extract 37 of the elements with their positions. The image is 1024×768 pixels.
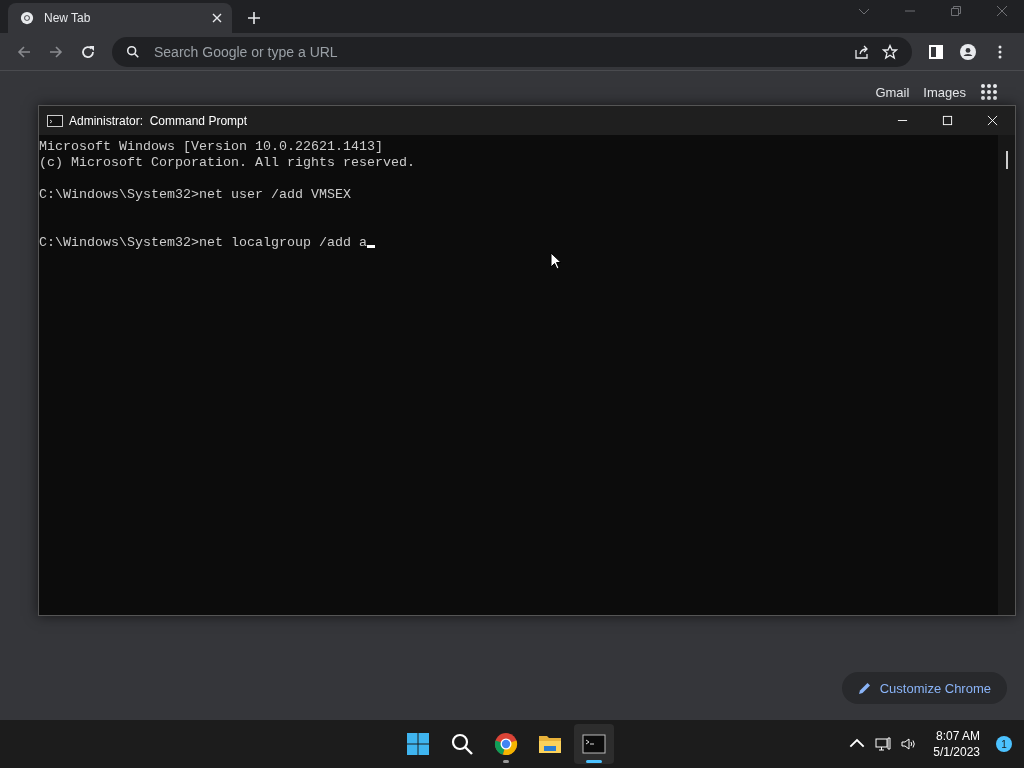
- star-icon[interactable]: [882, 43, 898, 60]
- search-icon: [126, 44, 140, 59]
- speaker-icon[interactable]: [901, 736, 918, 752]
- header-link[interactable]: Gmail: [875, 84, 910, 100]
- network-icon[interactable]: [875, 736, 892, 752]
- clock[interactable]: 8:07 AM 5/1/2023: [933, 728, 980, 760]
- console-line: Microsoft Windows [Version 10.0.22621.1413]: [39, 139, 383, 154]
- new-tab-icon[interactable]: [247, 11, 261, 25]
- profile-icon[interactable]: [960, 43, 976, 60]
- scrollbar-thumb[interactable]: [1005, 151, 1008, 169]
- reload-icon[interactable]: [80, 43, 96, 60]
- address-bar[interactable]: Search Google or type a URL: [112, 36, 912, 67]
- apps-grid-icon[interactable]: [980, 83, 998, 101]
- search-icon: [450, 732, 474, 756]
- notification-badge[interactable]: 1: [996, 736, 1012, 752]
- console-line: (c) Microsoft Corporation. All rights reserved.: [39, 155, 415, 170]
- tab-title: New Tab: [44, 11, 92, 25]
- chrome-logo-icon: [494, 732, 518, 756]
- maximize-icon[interactable]: [942, 115, 953, 126]
- share-icon[interactable]: [854, 43, 870, 60]
- text-cursor: [366, 245, 375, 248]
- console-line: C:\Windows\System32>net user /add VMSEX: [39, 187, 351, 202]
- taskbar-app[interactable]: [574, 724, 614, 764]
- browser-tab[interactable]: New Tab: [8, 3, 232, 33]
- customize-chrome-button[interactable]: Customize Chrome: [841, 672, 1007, 704]
- terminal-icon: [47, 114, 63, 127]
- windows-logo-icon: [406, 732, 430, 756]
- window-title: Administrator: Command Prompt: [69, 113, 248, 128]
- back-icon[interactable]: [16, 43, 32, 60]
- restore-icon[interactable]: [950, 5, 962, 17]
- header-link[interactable]: Images: [923, 84, 966, 100]
- side-panel-icon[interactable]: [928, 43, 944, 60]
- terminal-icon: [582, 732, 606, 756]
- pencil-icon: [857, 681, 872, 695]
- chrome-logo-icon: [20, 11, 34, 25]
- mouse-pointer-icon: [550, 252, 562, 270]
- console-line: C:\Windows\System32>net localgroup /add a: [39, 235, 367, 250]
